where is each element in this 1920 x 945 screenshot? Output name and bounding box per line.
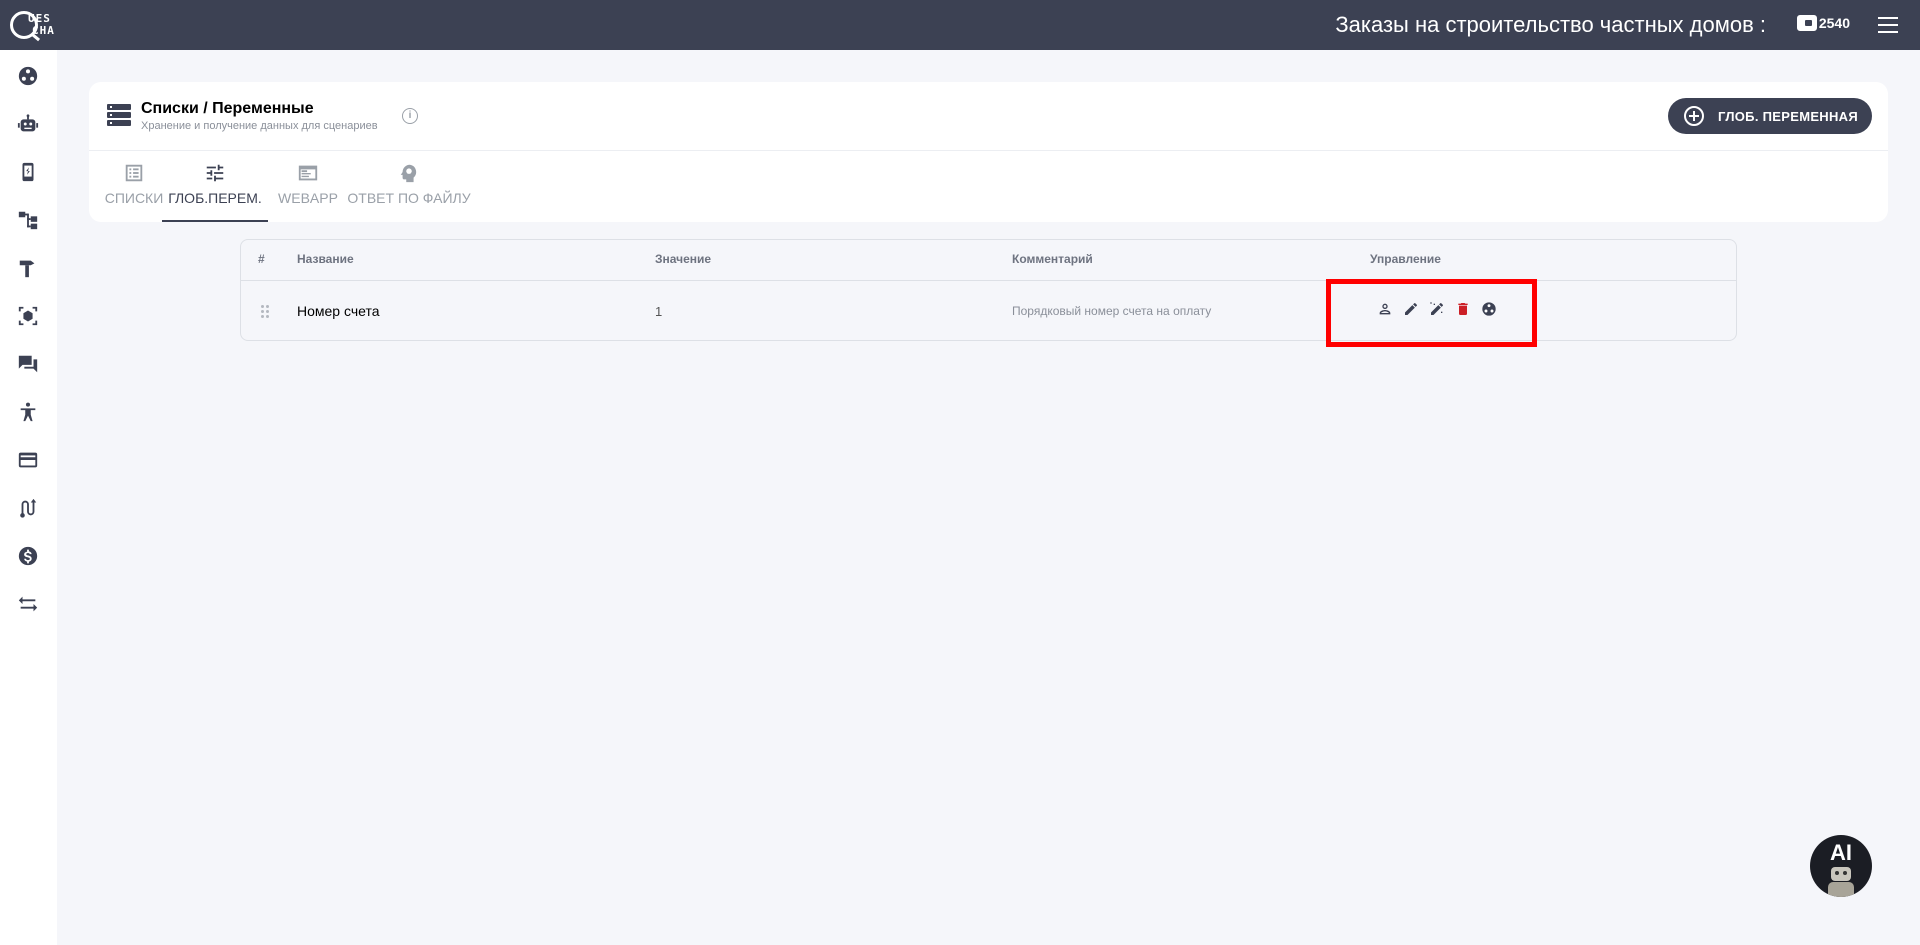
ai-label: AI xyxy=(1830,840,1852,865)
phone-icon[interactable] xyxy=(16,160,40,184)
info-icon[interactable]: i xyxy=(402,108,418,124)
chat-icon[interactable] xyxy=(16,352,40,376)
head-bulb-icon xyxy=(400,164,417,183)
route-icon[interactable] xyxy=(16,496,40,520)
sidebar xyxy=(0,50,57,945)
balance-value: 2540 xyxy=(1818,15,1850,31)
column-header-name: Название xyxy=(297,252,354,266)
tab-global-variables-label: ГЛОБ.ПЕРЕМ. xyxy=(168,190,262,206)
project-title: Заказы на строительство частных домов : xyxy=(1335,12,1766,37)
page-title: Списки / Переменные xyxy=(141,100,314,117)
ai-assistant-button[interactable]: AI xyxy=(1810,835,1872,897)
flow-icon[interactable] xyxy=(16,208,40,232)
tab-global-variables[interactable]: ГЛОБ.ПЕРЕМ. xyxy=(162,162,268,222)
column-header-actions: Управление xyxy=(1370,252,1441,266)
robot-body xyxy=(1828,882,1854,897)
robot-icon[interactable] xyxy=(16,112,40,136)
add-global-variable-button[interactable]: ГЛОБ. ПЕРЕМЕННАЯ xyxy=(1668,98,1872,134)
edit-icon[interactable] xyxy=(1403,301,1419,317)
menu-icon[interactable] xyxy=(1878,17,1898,33)
hub-icon[interactable] xyxy=(16,64,40,88)
variable-value: 1 xyxy=(655,304,663,319)
logo-text-top: UES xyxy=(28,12,51,25)
tab-file-answer[interactable]: ОТВЕТ ПО ФАЙЛУ xyxy=(347,162,471,222)
column-header-value: Значение xyxy=(655,252,712,266)
list-icon xyxy=(125,164,143,182)
card-icon[interactable] xyxy=(16,448,40,472)
variable-comment: Порядковый номер счета на оплату xyxy=(1012,304,1212,318)
top-bar: UES CHA Заказы на строительство частных … xyxy=(0,0,1920,50)
magic-edit-icon[interactable] xyxy=(1429,301,1445,317)
divider xyxy=(89,150,1888,151)
tune-icon xyxy=(206,164,224,182)
tab-lists[interactable]: СПИСКИ xyxy=(97,162,171,222)
tab-webapp[interactable]: WEBAPP xyxy=(271,162,345,222)
wallet-icon xyxy=(1796,15,1817,31)
swap-icon[interactable] xyxy=(16,592,40,616)
tab-lists-label: СПИСКИ xyxy=(104,190,164,206)
logo-text-bottom: CHA xyxy=(32,24,55,37)
logo[interactable]: UES CHA xyxy=(10,7,70,43)
storage-icon xyxy=(107,104,131,128)
person-icon[interactable] xyxy=(1377,301,1393,317)
hub-icon[interactable] xyxy=(1481,301,1497,317)
cube-icon[interactable] xyxy=(16,304,40,328)
tab-file-answer-label: ОТВЕТ ПО ФАЙЛУ xyxy=(347,190,471,206)
row-actions xyxy=(1377,301,1497,317)
tab-webapp-label: WEBAPP xyxy=(278,190,338,206)
header-card: Списки / Переменные Хранение и получение… xyxy=(89,82,1888,222)
hammer-icon[interactable] xyxy=(16,256,40,280)
column-header-comment: Комментарий xyxy=(1012,252,1093,266)
add-global-variable-label: ГЛОБ. ПЕРЕМЕННАЯ xyxy=(1718,108,1859,124)
delete-icon[interactable] xyxy=(1455,301,1471,317)
variables-table: # Название Значение Комментарий Управлен… xyxy=(240,239,1737,341)
variable-name: Номер счета xyxy=(297,303,380,319)
robot-avatar-icon xyxy=(1831,867,1851,881)
table-row[interactable]: Номер счета 1 Порядковый номер счета на … xyxy=(241,280,1736,341)
webapp-icon xyxy=(298,165,318,181)
balance[interactable]: 2540 xyxy=(1796,15,1850,31)
column-header-number: # xyxy=(258,252,265,266)
drag-handle-icon[interactable] xyxy=(261,305,269,318)
plus-circle-icon xyxy=(1684,106,1704,126)
page-subtitle: Хранение и получение данных для сценарие… xyxy=(141,120,378,132)
accessibility-icon[interactable] xyxy=(16,400,40,424)
dollar-icon[interactable] xyxy=(16,544,40,568)
